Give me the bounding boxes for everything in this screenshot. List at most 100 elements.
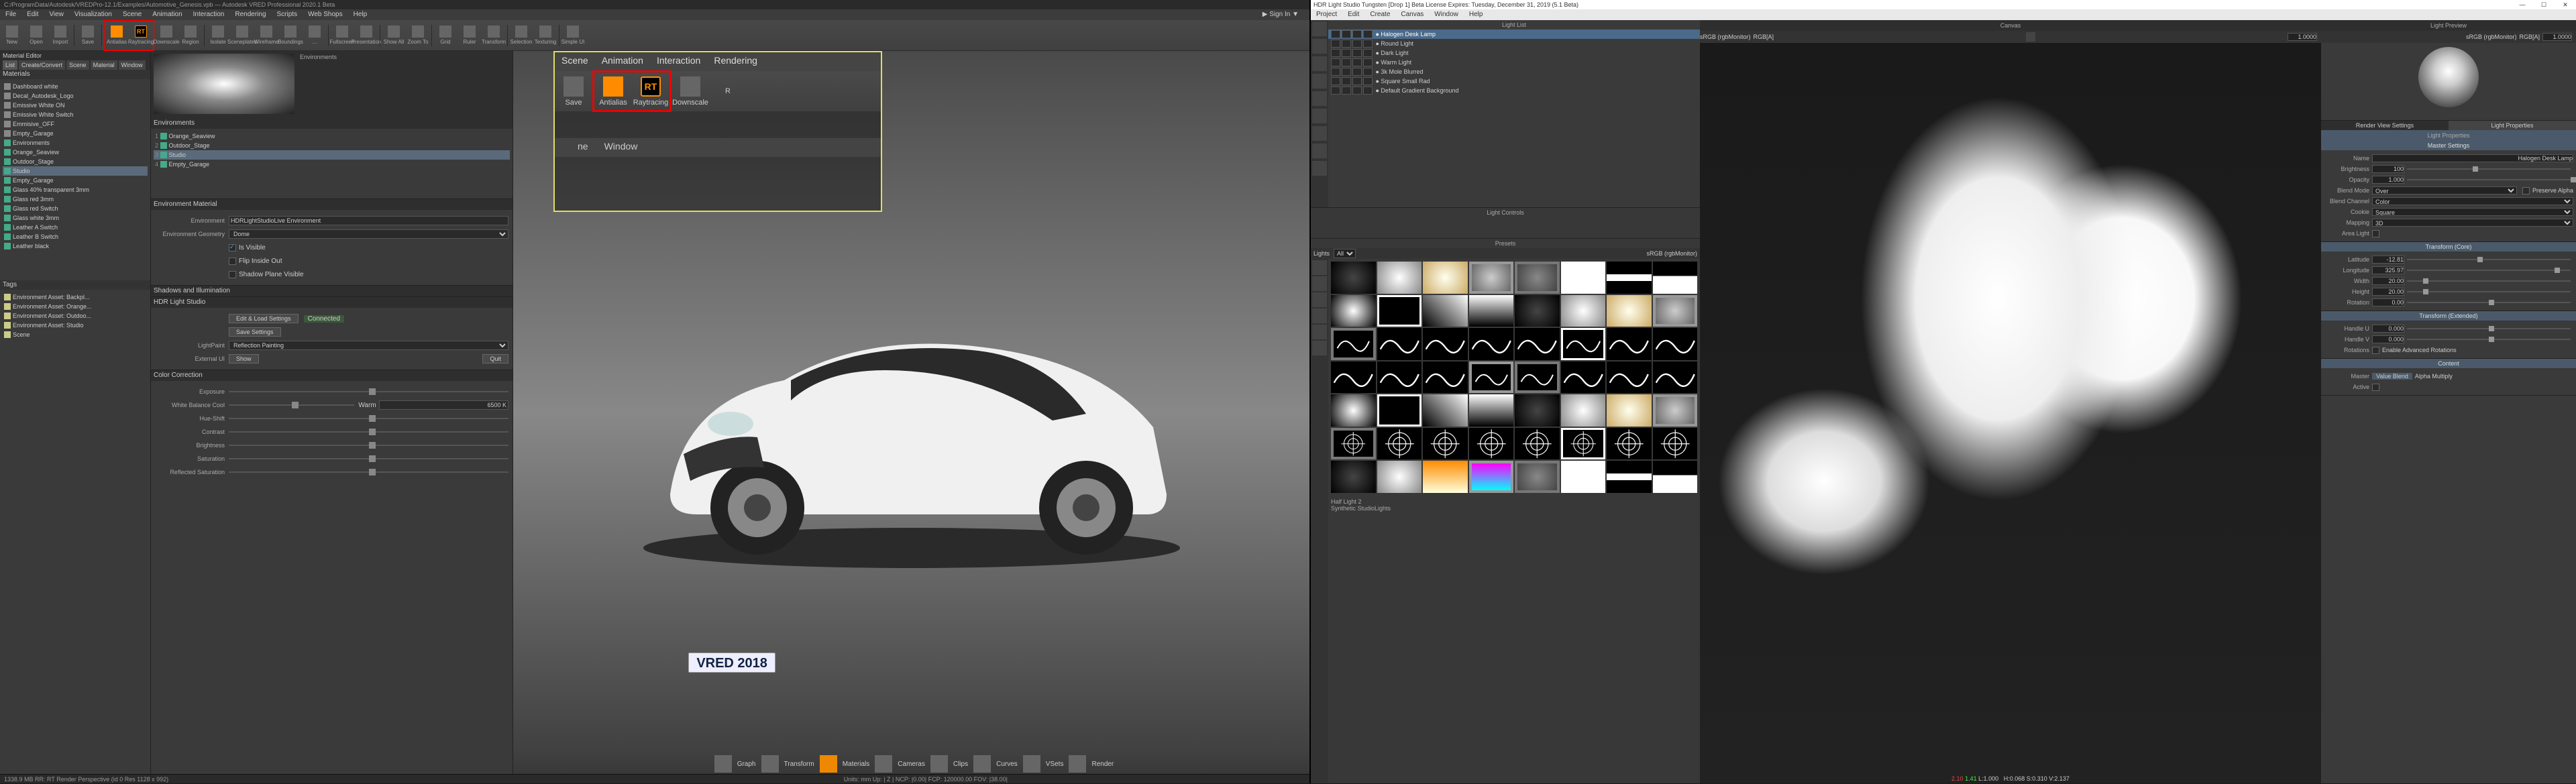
preset-thumb[interactable] [1653, 394, 1698, 427]
preset-thumb[interactable] [1561, 361, 1606, 394]
light-item[interactable]: ● Halogen Desk Lamp [1328, 30, 1700, 39]
cookie-select[interactable]: Square [2372, 208, 2573, 216]
cc-slider[interactable] [229, 471, 508, 473]
hu-slider[interactable] [2407, 328, 2571, 329]
tool-ruler[interactable]: Ruler [458, 21, 482, 50]
tool-wireframe[interactable]: Wireframe [254, 21, 278, 50]
tool-fullscreen[interactable]: Fullscreen [330, 21, 354, 50]
ll-btn-3[interactable] [1312, 56, 1327, 71]
preset-thumb[interactable] [1653, 461, 1698, 493]
menu-rendering[interactable]: Rendering [229, 9, 271, 20]
material-item[interactable]: Emissive White Switch [3, 110, 148, 119]
tab-lightprops[interactable]: Light Properties [2449, 121, 2576, 130]
canvas-lock-icon[interactable] [2026, 32, 2035, 42]
material-item[interactable]: Empty_Garage [3, 129, 148, 138]
material-item[interactable]: Leather A Switch [3, 223, 148, 232]
preset-thumb[interactable] [1653, 262, 1698, 294]
tool-antialias[interactable]: Antialias [105, 21, 129, 50]
preset-side-1[interactable] [1312, 260, 1327, 275]
ll-btn-8[interactable] [1312, 144, 1327, 158]
preset-thumb[interactable] [1377, 461, 1422, 493]
preset-thumb[interactable] [1469, 428, 1514, 460]
save-settings-button[interactable]: Save Settings [229, 327, 281, 337]
material-item[interactable]: Glass white 3mm [3, 213, 148, 223]
link-transform-icon[interactable] [761, 755, 779, 773]
canvas-colorspace[interactable]: sRGB (rgbMonitor) [1700, 34, 1751, 40]
preset-thumb[interactable] [1607, 461, 1652, 493]
lightpaint-select[interactable]: Reflection Painting [229, 341, 508, 350]
preset-thumb[interactable] [1423, 394, 1468, 427]
link-render-icon[interactable] [1069, 755, 1086, 773]
tag-item[interactable]: Environment Asset: Outdoo... [3, 311, 148, 321]
tool-sceneplates[interactable]: Sceneplates [230, 21, 254, 50]
material-item[interactable]: Glass red 3mm [3, 194, 148, 204]
ll-btn-1[interactable] [1312, 21, 1327, 36]
sect-text[interactable]: Transform (Extended) [2321, 311, 2576, 321]
rot-slider[interactable] [2407, 302, 2571, 303]
env-field[interactable] [229, 216, 508, 225]
preset-thumb[interactable] [1607, 361, 1652, 394]
ll-btn-9[interactable] [1312, 161, 1327, 176]
opacity-slider[interactable] [2407, 179, 2571, 180]
preset-thumb[interactable] [1561, 461, 1606, 493]
tool-simpleui[interactable]: Simple UI [561, 21, 585, 50]
lon-field[interactable] [2372, 266, 2404, 274]
preset-thumb[interactable] [1469, 262, 1514, 294]
preset-thumb[interactable] [1561, 428, 1606, 460]
link-graph-icon[interactable] [714, 755, 732, 773]
preset-thumb[interactable] [1423, 361, 1468, 394]
tab-window[interactable]: Window [119, 60, 146, 70]
maximize-button[interactable]: ☐ [2533, 0, 2555, 9]
edit-load-button[interactable]: Edit & Load Settings [229, 314, 299, 323]
link-materials-icon[interactable] [820, 755, 837, 773]
mapping-select[interactable]: 3D [2372, 219, 2573, 227]
hv-field[interactable] [2372, 335, 2404, 343]
show-button[interactable]: Show [229, 354, 259, 363]
env-item[interactable]: 2 Outdoor_Stage [154, 141, 510, 150]
blendmode-select[interactable]: Over [2372, 186, 2517, 194]
cc-slider[interactable] [229, 391, 508, 392]
hv-slider[interactable] [2407, 339, 2571, 340]
preset-thumb[interactable] [1607, 394, 1652, 427]
cc-slider[interactable] [229, 404, 354, 406]
preset-thumb[interactable] [1515, 428, 1560, 460]
preset-thumb[interactable] [1653, 361, 1698, 394]
tag-item[interactable]: Environment Asset: Backpl... [3, 292, 148, 302]
preset-side-5[interactable] [1312, 325, 1327, 339]
tool-showall[interactable]: Show All [382, 21, 406, 50]
preset-thumb[interactable] [1377, 428, 1422, 460]
height-field[interactable] [2372, 288, 2404, 296]
ll-btn-4[interactable] [1312, 74, 1327, 89]
env-item[interactable]: 3 Studio [154, 150, 510, 160]
lon-slider[interactable] [2407, 270, 2571, 271]
tool-region[interactable]: Region [178, 21, 203, 50]
material-item[interactable]: Studio [3, 166, 148, 176]
preset-thumb[interactable] [1515, 328, 1560, 360]
adv-rot-checkbox[interactable] [2372, 347, 2379, 354]
light-item[interactable]: ● Square Small Rad [1328, 76, 1700, 86]
menu-webshops[interactable]: Web Shops [303, 9, 348, 20]
preset-thumb[interactable] [1469, 461, 1514, 493]
material-item[interactable]: Emissive White ON [3, 101, 148, 110]
material-item[interactable]: Glass 40% transparent 3mm [3, 185, 148, 194]
preset-thumb[interactable] [1331, 262, 1376, 294]
tool-texturing[interactable]: Texturing [533, 21, 557, 50]
ll-btn-6[interactable] [1312, 109, 1327, 123]
tool-new[interactable]: New [0, 21, 24, 50]
value-blend-badge[interactable]: Value Blend [2372, 373, 2412, 380]
preset-thumb[interactable] [1653, 295, 1698, 327]
brightness-field[interactable] [2372, 165, 2404, 173]
preset-side-3[interactable] [1312, 292, 1327, 307]
quit-button[interactable]: Quit [482, 354, 508, 363]
preset-thumb[interactable] [1607, 295, 1652, 327]
light-item[interactable]: ● Round Light [1328, 39, 1700, 48]
preset-thumb[interactable] [1653, 428, 1698, 460]
material-item[interactable]: Leather B Switch [3, 232, 148, 241]
link-curves-icon[interactable] [973, 755, 991, 773]
preset-thumb[interactable] [1515, 461, 1560, 493]
preserve-alpha-checkbox[interactable] [2522, 187, 2530, 194]
preset-side-4[interactable] [1312, 309, 1327, 323]
link-cameras-icon[interactable] [875, 755, 892, 773]
preset-thumb[interactable] [1469, 361, 1514, 394]
hmenu-project[interactable]: Project [1311, 9, 1342, 20]
